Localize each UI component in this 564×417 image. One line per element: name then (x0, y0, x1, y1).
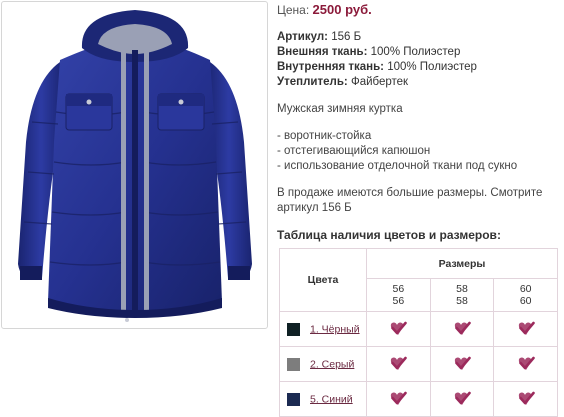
check-heart-icon (454, 321, 471, 335)
jacket-image (18, 10, 252, 322)
colors-header: Цвета (279, 248, 367, 312)
check-heart-icon (391, 391, 408, 405)
size-header: 60 60 (493, 278, 558, 312)
size-header: 58 58 (429, 278, 495, 312)
availability-check (366, 346, 431, 382)
check-heart-icon (454, 391, 471, 405)
availability-check (429, 346, 495, 382)
product-description: Мужская зимняя куртка (277, 103, 403, 115)
color-cell: 5. Синий (279, 381, 367, 417)
check-heart-icon (391, 321, 408, 335)
check-heart-icon (518, 356, 535, 370)
availability-check (429, 381, 495, 417)
check-heart-icon (391, 356, 408, 370)
check-heart-icon (454, 356, 471, 370)
feature-item: воротник-стойка (277, 129, 562, 144)
price-label: Цена: (277, 3, 310, 17)
product-info: Цена: 2500 руб. Артикул: 156 Б Внешняя т… (277, 0, 562, 216)
check-heart-icon (518, 321, 535, 335)
sizes-header: Размеры (366, 248, 558, 279)
price-value: 2500 руб. (312, 2, 372, 17)
color-swatch (287, 357, 300, 371)
product-photo-frame[interactable] (1, 1, 268, 329)
spec-insulation: Утеплитель: Файбертек (277, 76, 409, 88)
color-swatch (287, 392, 300, 406)
table-row: 1. Чёрный (279, 311, 558, 347)
availability-table-title: Таблица наличия цветов и размеров: (277, 228, 501, 242)
specs-list: Артикул: 156 Б Внешняя ткань: 100% Полиэ… (277, 30, 562, 90)
color-link-gray[interactable]: 2. Серый (310, 358, 354, 370)
color-cell: 2. Серый (279, 346, 367, 382)
availability-check (429, 311, 495, 347)
availability-check (366, 381, 431, 417)
features-list: воротник-стойка отстегивающийся капюшон … (277, 129, 562, 174)
check-heart-icon (518, 391, 535, 405)
color-cell: 1. Чёрный (279, 311, 367, 347)
availability-check (493, 311, 558, 347)
availability-check (493, 346, 558, 382)
color-link-black[interactable]: 1. Чёрный (310, 323, 360, 335)
color-swatch (287, 322, 300, 336)
spec-outer-fabric: Внешняя ткань: 100% Полиэстер (277, 46, 461, 58)
availability-check (493, 381, 558, 417)
feature-item: отстегивающийся капюшон (277, 144, 562, 159)
spec-inner-fabric: Внутренняя ткань: 100% Полиэстер (277, 61, 477, 73)
more-sizes-note: В продаже имеются большие размеры. Смотр… (277, 187, 543, 214)
feature-item: использование отделочной ткани под сукно (277, 159, 562, 174)
price-line: Цена: 2500 руб. (277, 2, 562, 18)
color-link-blue[interactable]: 5. Синий (310, 393, 353, 405)
size-header: 56 56 (366, 278, 431, 312)
spec-article: Артикул: 156 Б (277, 31, 362, 43)
table-row: 2. Серый (279, 346, 558, 382)
availability-check (366, 311, 431, 347)
availability-table: Цвета Размеры 56 56 58 58 60 60 1. Чёрный 2… (279, 248, 558, 417)
table-row: 5. Синий (279, 381, 558, 417)
